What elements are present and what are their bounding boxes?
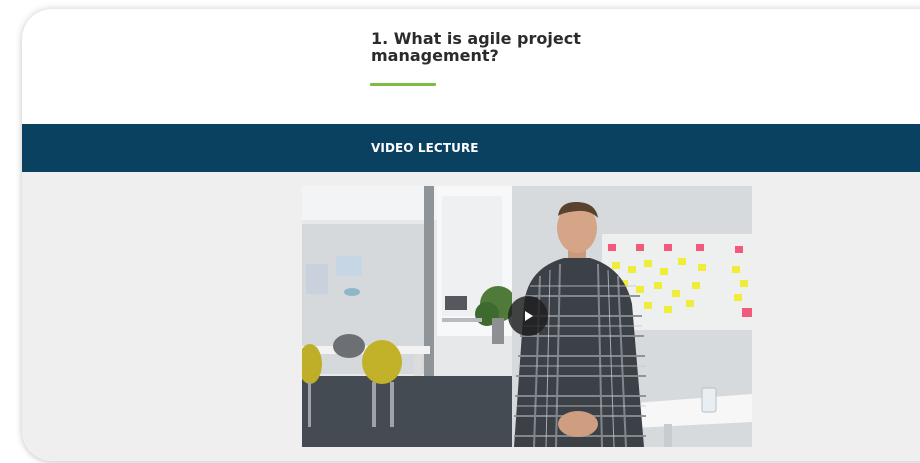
lesson-title-line-2: management?: [371, 46, 499, 65]
section-header: VIDEO LECTURE: [22, 124, 920, 172]
section-label: VIDEO LECTURE: [371, 141, 479, 155]
play-button[interactable]: [508, 296, 548, 336]
title-underline: [370, 83, 436, 86]
lesson-title: 1. What is agile project management?: [371, 30, 611, 64]
video-player[interactable]: [302, 186, 752, 447]
lesson-card: 1. What is agile project management? VID…: [22, 9, 920, 461]
play-icon: [525, 311, 533, 321]
